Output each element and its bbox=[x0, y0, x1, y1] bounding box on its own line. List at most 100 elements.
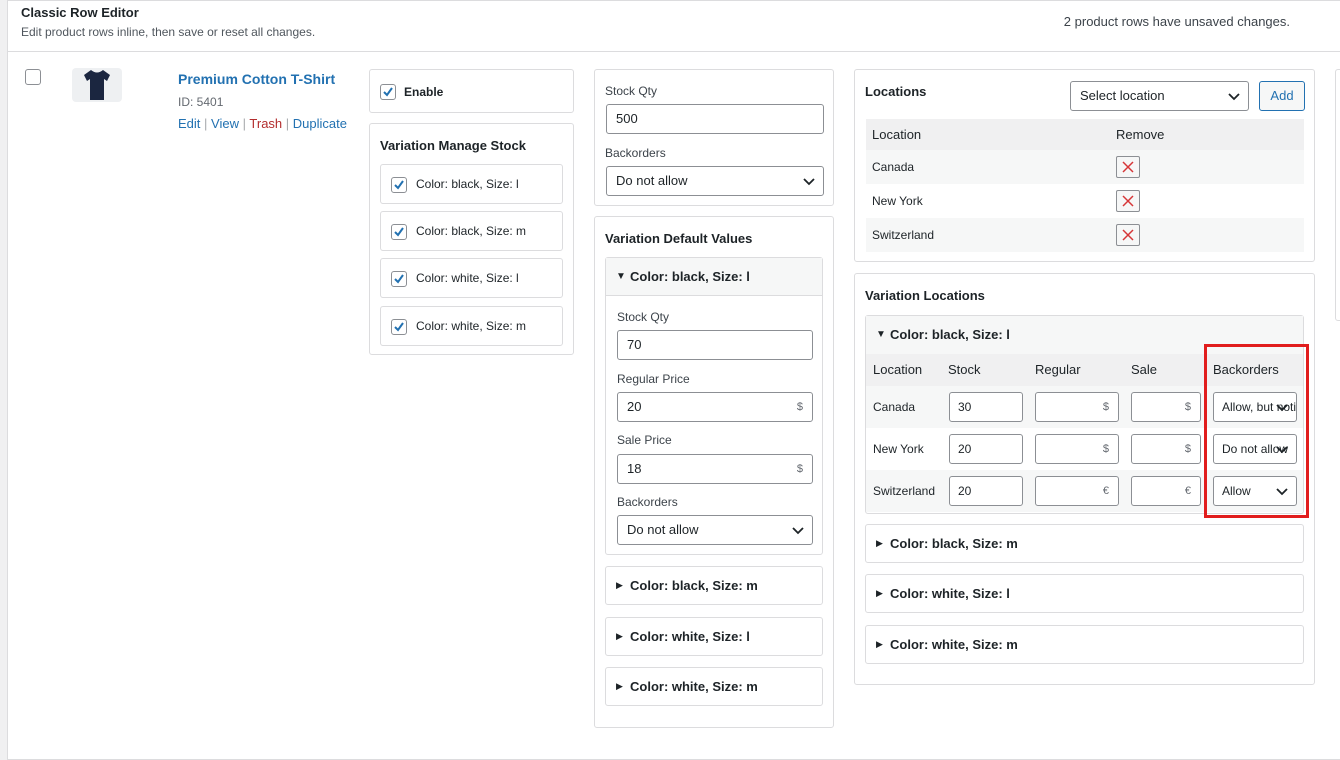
location-name: New York bbox=[872, 194, 923, 208]
vl-location-name: New York bbox=[873, 442, 924, 456]
variation-stock-item[interactable]: Color: black, Size: m bbox=[380, 211, 563, 251]
collapsed-triangle-icon: ▶ bbox=[876, 538, 883, 548]
variation-stock-item[interactable]: Color: white, Size: l bbox=[380, 258, 563, 298]
currency-symbol: $ bbox=[796, 463, 803, 475]
sale-price-input[interactable]: 18 $ bbox=[617, 454, 813, 484]
unsaved-notice: 2 product rows have unsaved changes. bbox=[1063, 14, 1290, 29]
variation-location-collapsed[interactable]: ▶ Color: black, Size: m bbox=[865, 524, 1304, 563]
vl-stock-input[interactable]: 20 bbox=[949, 476, 1023, 506]
collapsed-triangle-icon: ▶ bbox=[876, 588, 883, 598]
trash-link[interactable]: Trash bbox=[249, 116, 282, 131]
chevron-down-icon bbox=[803, 178, 815, 186]
vl-sale-input[interactable]: $ bbox=[1131, 392, 1201, 422]
variation-default-collapsed[interactable]: ▶ Color: black, Size: m bbox=[605, 566, 823, 605]
variation-default-header[interactable]: ▼ Color: black, Size: l bbox=[606, 258, 822, 296]
location-select[interactable]: Select location bbox=[1070, 81, 1249, 111]
product-name-link[interactable]: Premium Cotton T-Shirt bbox=[178, 71, 335, 87]
collapsed-triangle-icon: ▶ bbox=[616, 631, 623, 641]
right-edge-panel bbox=[1335, 69, 1340, 321]
location-name: Canada bbox=[872, 160, 915, 174]
location-select-placeholder: Select location bbox=[1080, 88, 1165, 103]
close-icon bbox=[1122, 161, 1134, 173]
regular-price-input[interactable]: 20 $ bbox=[617, 392, 813, 422]
checkmark-icon bbox=[383, 87, 393, 97]
vl-location-name: Canada bbox=[873, 400, 916, 414]
edit-link[interactable]: Edit bbox=[178, 116, 200, 131]
location-column-header: Location bbox=[872, 127, 922, 142]
variation-default-collapsed[interactable]: ▶ Color: white, Size: l bbox=[605, 617, 823, 656]
row-select-checkbox[interactable] bbox=[25, 69, 41, 85]
regular-price-label: Regular Price bbox=[617, 372, 690, 386]
variation-location-collapsed-label: Color: black, Size: m bbox=[890, 536, 1018, 551]
location-name: Switzerland bbox=[872, 228, 935, 242]
enable-checkbox[interactable] bbox=[380, 84, 396, 100]
remove-location-button[interactable] bbox=[1116, 190, 1140, 212]
add-location-button[interactable]: Add bbox=[1259, 81, 1305, 111]
action-separator: | bbox=[242, 116, 247, 131]
variation-stock-label: Color: black, Size: m bbox=[416, 224, 527, 238]
variation-location-collapsed-label: Color: white, Size: m bbox=[890, 637, 1018, 652]
vl-sale-column-header: Sale bbox=[1131, 362, 1158, 377]
variation-stock-label: Color: black, Size: l bbox=[416, 177, 519, 191]
variation-stock-checkbox[interactable] bbox=[391, 319, 407, 335]
variation-manage-stock-panel: Variation Manage Stock Color: black, Siz… bbox=[369, 123, 574, 355]
variation-default-header-label: Color: black, Size: l bbox=[630, 269, 750, 284]
variation-stock-item[interactable]: Color: white, Size: m bbox=[380, 306, 563, 346]
view-link[interactable]: View bbox=[211, 116, 239, 131]
variation-backorders-select[interactable]: Do not allow bbox=[617, 515, 813, 545]
checkmark-icon bbox=[394, 180, 404, 190]
stock-qty-input[interactable]: 500 bbox=[606, 104, 824, 134]
variation-stock-label: Color: white, Size: l bbox=[416, 271, 519, 285]
variation-stock-qty-label: Stock Qty bbox=[617, 310, 670, 324]
product-thumbnail bbox=[72, 68, 122, 102]
backorders-select-value: Do not allow bbox=[616, 173, 688, 188]
vl-sale-input[interactable]: € bbox=[1131, 476, 1201, 506]
page-subtitle: Edit product rows inline, then save or r… bbox=[21, 25, 316, 39]
variation-manage-stock-title: Variation Manage Stock bbox=[380, 138, 526, 153]
vl-regular-input[interactable]: $ bbox=[1035, 392, 1119, 422]
remove-location-button[interactable] bbox=[1116, 156, 1140, 178]
action-separator: | bbox=[285, 116, 290, 131]
collapsed-triangle-icon: ▶ bbox=[876, 639, 883, 649]
currency-symbol: € bbox=[1102, 485, 1109, 497]
location-row: Canada bbox=[866, 150, 1304, 184]
location-row: New York bbox=[866, 184, 1304, 218]
remove-location-button[interactable] bbox=[1116, 224, 1140, 246]
collapsed-triangle-icon: ▶ bbox=[616, 580, 623, 590]
variation-default-collapsed[interactable]: ▶ Color: white, Size: m bbox=[605, 667, 823, 706]
vl-sale-input[interactable]: $ bbox=[1131, 434, 1201, 464]
chevron-down-icon bbox=[792, 527, 804, 535]
location-row: Switzerland bbox=[866, 218, 1304, 252]
vl-regular-input[interactable]: $ bbox=[1035, 434, 1119, 464]
variation-stock-checkbox[interactable] bbox=[391, 224, 407, 240]
checkmark-icon bbox=[394, 274, 404, 284]
expanded-triangle-icon: ▼ bbox=[616, 271, 626, 282]
variation-stock-checkbox[interactable] bbox=[391, 177, 407, 193]
duplicate-link[interactable]: Duplicate bbox=[293, 116, 347, 131]
enable-panel: Enable bbox=[369, 69, 574, 113]
variation-location-collapsed[interactable]: ▶ Color: white, Size: l bbox=[865, 574, 1304, 613]
variation-stock-item[interactable]: Color: black, Size: l bbox=[380, 164, 563, 204]
checkmark-icon bbox=[394, 322, 404, 332]
variation-defaults-title: Variation Default Values bbox=[605, 231, 753, 246]
regular-price-value: 20 bbox=[627, 399, 642, 414]
variation-location-collapsed[interactable]: ▶ Color: white, Size: m bbox=[865, 625, 1304, 664]
variation-defaults-panel: Variation Default Values ▼ Color: black,… bbox=[594, 216, 834, 728]
variation-stock-checkbox[interactable] bbox=[391, 271, 407, 287]
variation-backorders-value: Do not allow bbox=[627, 522, 699, 537]
backorders-select[interactable]: Do not allow bbox=[606, 166, 824, 196]
currency-symbol: € bbox=[1184, 485, 1191, 497]
variation-stock-qty-input[interactable]: 70 bbox=[617, 330, 813, 360]
action-separator: | bbox=[204, 116, 208, 131]
stock-qty-label: Stock Qty bbox=[605, 84, 658, 98]
currency-symbol: $ bbox=[796, 401, 803, 413]
backorders-highlight-box bbox=[1204, 344, 1309, 518]
vl-stock-input[interactable]: 20 bbox=[949, 434, 1023, 464]
sale-price-value: 18 bbox=[627, 461, 642, 476]
vl-location-column-header: Location bbox=[873, 362, 923, 377]
vl-regular-input[interactable]: € bbox=[1035, 476, 1119, 506]
vl-location-name: Switzerland bbox=[873, 484, 936, 498]
currency-symbol: $ bbox=[1184, 401, 1191, 413]
vl-stock-input[interactable]: 30 bbox=[949, 392, 1023, 422]
variation-stock-label: Color: white, Size: m bbox=[416, 319, 527, 333]
